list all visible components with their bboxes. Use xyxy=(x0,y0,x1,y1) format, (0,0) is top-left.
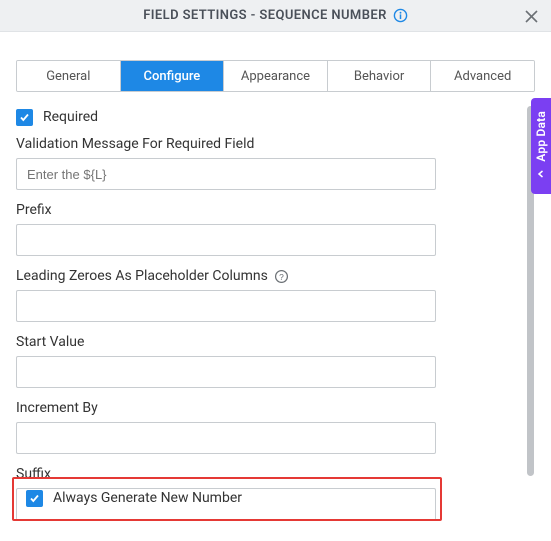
start-value-block: Start Value xyxy=(16,334,535,388)
tab-behavior[interactable]: Behavior xyxy=(328,61,432,91)
highlight-box: Always Generate New Number xyxy=(12,477,442,521)
close-icon xyxy=(525,10,538,23)
validation-message-input[interactable] xyxy=(16,158,436,190)
required-checkbox[interactable] xyxy=(16,109,33,126)
tab-configure[interactable]: Configure xyxy=(121,61,225,91)
always-generate-checkbox[interactable] xyxy=(26,490,43,507)
required-row: Required xyxy=(16,106,535,128)
tab-appearance[interactable]: Appearance xyxy=(224,61,328,91)
increment-by-input[interactable] xyxy=(16,422,436,454)
increment-by-label: Increment By xyxy=(16,400,535,416)
validation-message-block: Validation Message For Required Field xyxy=(16,136,535,190)
close-button[interactable] xyxy=(519,4,543,28)
leading-zeroes-label: Leading Zeroes As Placeholder Columns ? xyxy=(16,268,535,284)
config-panel: Required Validation Message For Required… xyxy=(0,90,551,541)
tab-general[interactable]: General xyxy=(17,61,121,91)
leading-zeroes-input[interactable] xyxy=(16,290,436,322)
help-icon[interactable]: ? xyxy=(274,269,289,284)
dialog-title: FIELD SETTINGS - SEQUENCE NUMBER xyxy=(143,8,408,23)
validation-message-label: Validation Message For Required Field xyxy=(16,136,535,152)
prefix-label: Prefix xyxy=(16,202,535,218)
required-label: Required xyxy=(43,109,98,125)
check-icon xyxy=(19,112,30,123)
dialog-title-text: FIELD SETTINGS - SEQUENCE NUMBER xyxy=(143,8,387,23)
check-icon xyxy=(29,493,40,504)
start-value-label: Start Value xyxy=(16,334,535,350)
tab-advanced[interactable]: Advanced xyxy=(431,61,534,91)
info-icon[interactable] xyxy=(393,8,408,23)
tab-bar: General Configure Appearance Behavior Ad… xyxy=(16,60,535,92)
increment-by-block: Increment By xyxy=(16,400,535,454)
start-value-input[interactable] xyxy=(16,356,436,388)
chevron-left-icon xyxy=(537,168,545,181)
svg-text:?: ? xyxy=(279,271,284,281)
app-data-label: App Data xyxy=(534,111,548,162)
dialog-header: FIELD SETTINGS - SEQUENCE NUMBER xyxy=(0,0,551,32)
prefix-block: Prefix xyxy=(16,202,535,256)
leading-zeroes-block: Leading Zeroes As Placeholder Columns ? xyxy=(16,268,535,322)
app-data-side-tab[interactable]: App Data xyxy=(531,98,551,194)
always-generate-label: Always Generate New Number xyxy=(53,490,242,506)
prefix-input[interactable] xyxy=(16,224,436,256)
